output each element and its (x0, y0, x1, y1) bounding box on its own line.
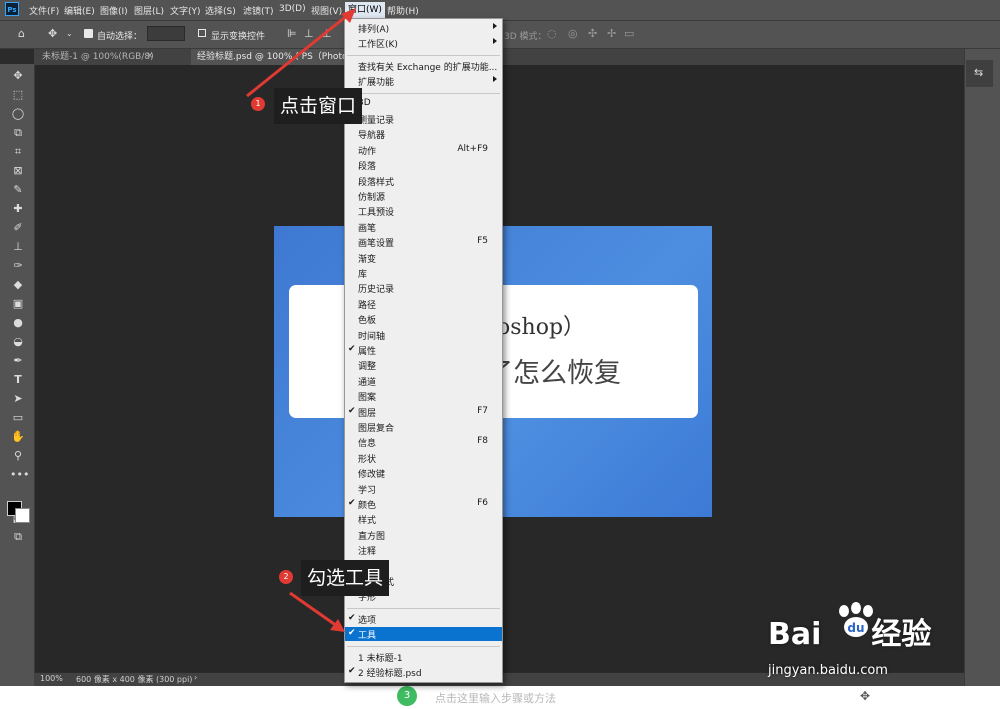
arrow-to-tools-item (289, 591, 338, 628)
baidu-logo-left: Bai (768, 617, 822, 652)
annotation-badge-2: 2 (279, 570, 293, 584)
arrowhead-1 (341, 8, 356, 23)
baidu-paw-icon: du (839, 602, 873, 637)
annotation-callout-2: 勾选工具 (301, 560, 390, 596)
annotation-badge-1: 1 (251, 97, 265, 111)
baidu-logo-right: 经验 (871, 617, 932, 652)
baidu-url: jingyan.baidu.com (768, 663, 888, 678)
svg-text:du: du (847, 621, 864, 635)
arrow-to-window-menu (246, 12, 350, 98)
annotation-callout-1: 点击窗口 (274, 88, 363, 124)
